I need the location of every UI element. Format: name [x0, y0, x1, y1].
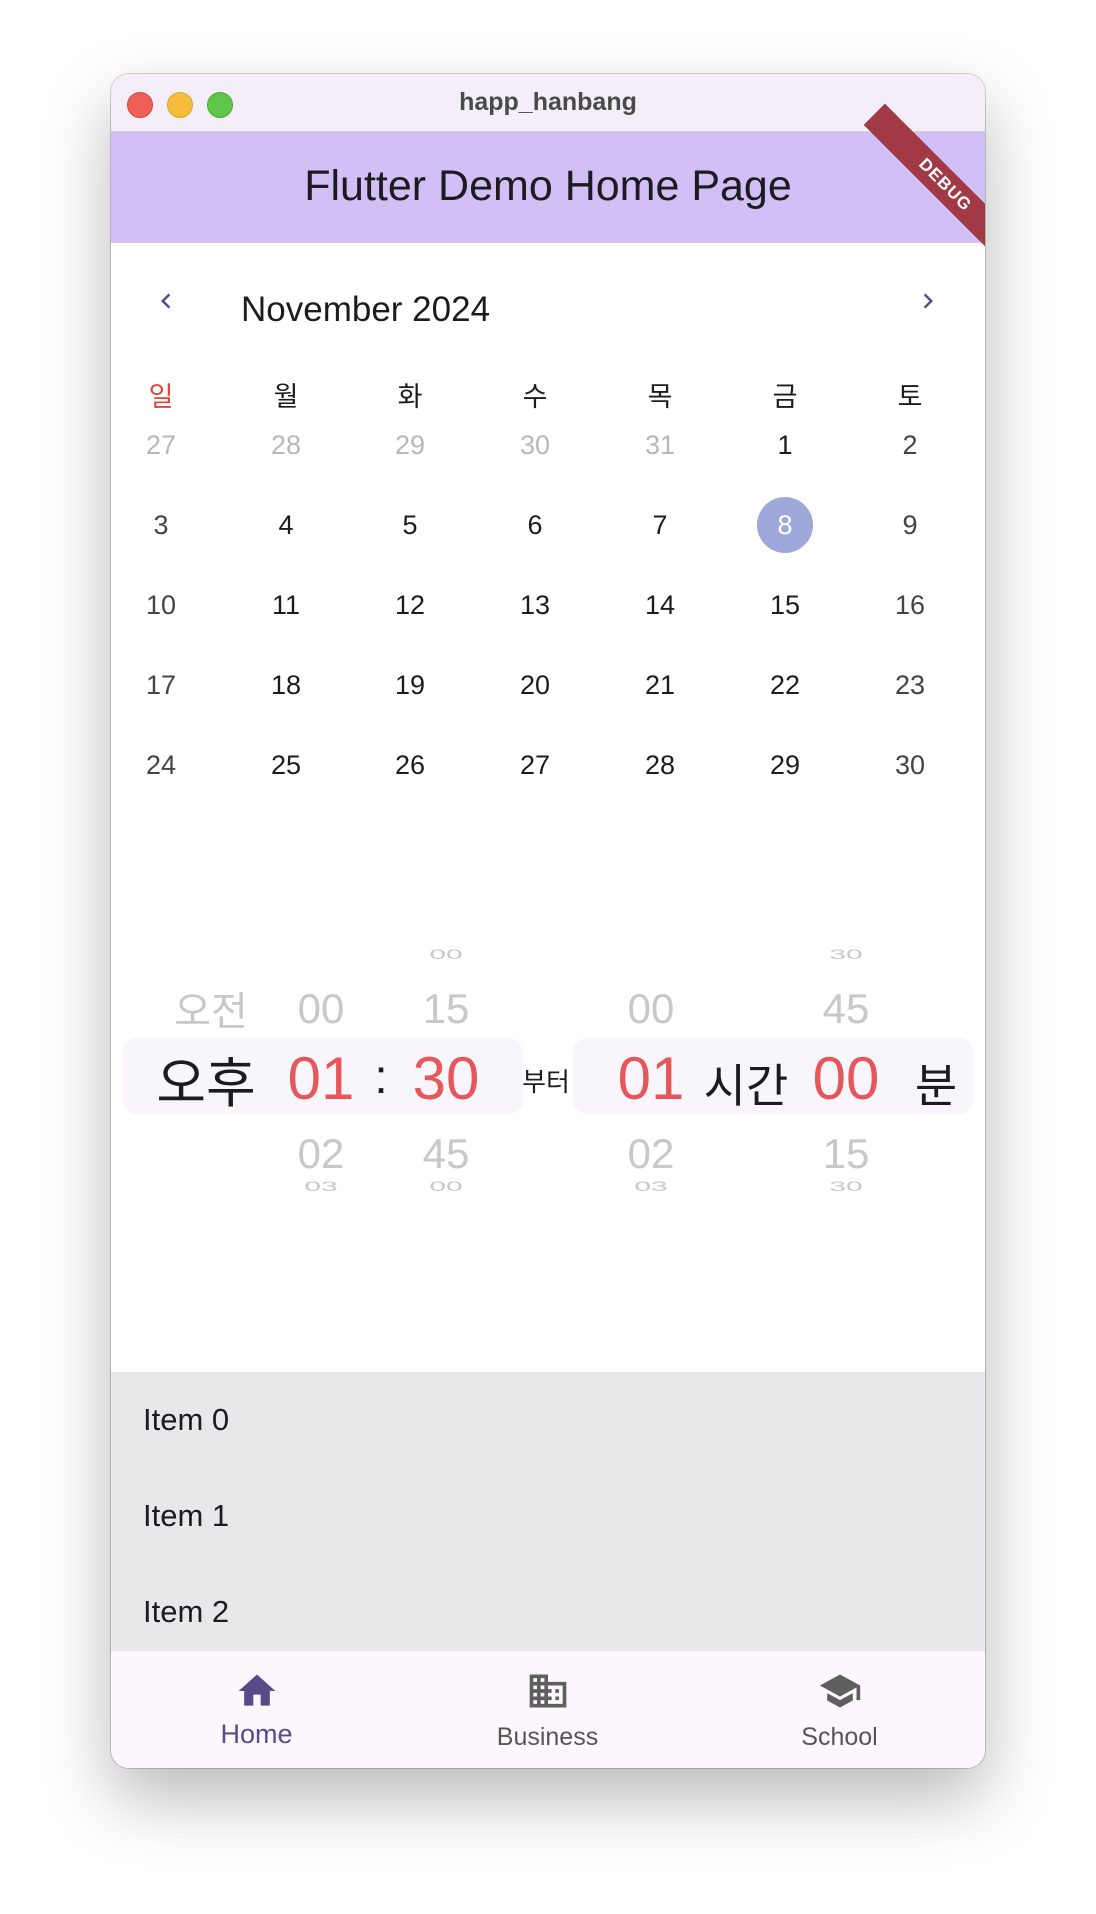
calendar-day[interactable]: 10	[111, 590, 223, 621]
calendar-day[interactable]: 20	[473, 670, 597, 701]
weekday-sun: 일	[148, 382, 174, 412]
weekday-tue: 화	[397, 382, 423, 412]
calendar-day[interactable]: 19	[348, 670, 472, 701]
nav-home[interactable]: Home	[111, 1651, 402, 1768]
weekday-mon: 월	[273, 382, 299, 412]
calendar-day[interactable]: 12	[348, 590, 472, 621]
calendar-day[interactable]: 1	[723, 430, 847, 461]
minute-option[interactable]: 45	[391, 1130, 501, 1178]
calendar-day[interactable]: 26	[348, 750, 472, 781]
calendar-day[interactable]: 14	[598, 590, 722, 621]
list-item[interactable]: Item 0	[143, 1402, 229, 1438]
calendar-day[interactable]: 23	[848, 670, 972, 701]
selected-day-marker: 8	[757, 497, 813, 553]
calendar-day[interactable]: 28	[224, 430, 348, 461]
calendar-day[interactable]: 30	[473, 430, 597, 461]
from-label: 부터	[522, 1067, 570, 1097]
calendar-day[interactable]: 29	[723, 750, 847, 781]
nav-school-label: School	[801, 1723, 878, 1751]
hour-option[interactable]: 00	[271, 985, 371, 1033]
hours-unit-label: 시간	[703, 1060, 789, 1112]
ampm-option[interactable]: 오전	[151, 979, 271, 1037]
calendar-day[interactable]: 6	[473, 510, 597, 541]
window-title: happ_hanbang	[459, 88, 637, 116]
calendar-day[interactable]: 17	[111, 670, 223, 701]
bottom-navigation-bar: Home Business School	[111, 1650, 985, 1768]
calendar-day[interactable]: 22	[723, 670, 847, 701]
business-icon	[529, 1674, 566, 1708]
hour-selected[interactable]: 01	[271, 1044, 371, 1113]
ampm-selected[interactable]: 오후	[141, 1039, 271, 1118]
minutes-unit-label: 분	[914, 1060, 958, 1112]
calendar-day[interactable]: 13	[473, 590, 597, 621]
duration-minute-selected[interactable]: 00	[791, 1044, 901, 1113]
calendar-day[interactable]: 15	[723, 590, 847, 621]
list-item[interactable]: Item 1	[143, 1498, 229, 1534]
calendar-header: November 2024	[111, 243, 985, 343]
prev-month-button[interactable]	[151, 283, 181, 325]
duration-hour-option[interactable]: 03	[601, 1179, 701, 1194]
next-month-button[interactable]	[913, 283, 943, 325]
calendar-day[interactable]: 4	[224, 510, 348, 541]
duration-minute-option[interactable]: 15	[791, 1130, 901, 1178]
chevron-left-icon	[161, 293, 171, 309]
time-picker: 오전 오후 00 01 02 03 : 00 15 30 45 00 부터 00…	[111, 854, 985, 1214]
app-window: happ_hanbang Flutter Demo Home Page DEBU…	[111, 74, 985, 1768]
duration-hour-option[interactable]: 02	[601, 1130, 701, 1178]
minute-option[interactable]: 00	[391, 947, 501, 962]
weekday-wed: 수	[522, 382, 548, 412]
duration-minute-option[interactable]: 45	[791, 985, 901, 1033]
calendar-day[interactable]: 24	[111, 750, 223, 781]
duration-minute-option[interactable]: 30	[791, 1179, 901, 1194]
item-list[interactable]: Item 0 Item 1 Item 2	[111, 1372, 985, 1650]
nav-school[interactable]: School	[694, 1651, 985, 1768]
chevron-right-icon	[923, 293, 933, 309]
minute-option[interactable]: 00	[391, 1179, 501, 1194]
app-bar: Flutter Demo Home Page DEBUG	[111, 103, 985, 267]
list-item[interactable]: Item 2	[143, 1594, 229, 1630]
calendar-day[interactable]: 28	[598, 750, 722, 781]
calendar-day[interactable]: 29	[348, 430, 472, 461]
calendar-day[interactable]: 3	[111, 510, 223, 541]
nav-business[interactable]: Business	[402, 1651, 693, 1768]
calendar-day[interactable]: 21	[598, 670, 722, 701]
calendar-day[interactable]: 25	[224, 750, 348, 781]
duration-minute-option[interactable]: 30	[791, 947, 901, 962]
page-title: Flutter Demo Home Page	[304, 162, 792, 210]
minute-option[interactable]: 15	[391, 985, 501, 1033]
calendar-day-selected[interactable]: 8	[723, 497, 847, 553]
weekday-fri: 금	[772, 382, 798, 412]
duration-hour-selected[interactable]: 01	[601, 1044, 701, 1113]
hour-option[interactable]: 03	[271, 1179, 371, 1194]
duration-hour-option[interactable]: 00	[601, 985, 701, 1033]
minute-selected[interactable]: 30	[391, 1044, 501, 1113]
calendar-day[interactable]: 11	[224, 590, 348, 621]
calendar-day[interactable]: 5	[348, 510, 472, 541]
calendar-day[interactable]: 2	[848, 430, 972, 461]
window-titlebar: happ_hanbang	[111, 74, 985, 132]
calendar-day[interactable]: 30	[848, 750, 972, 781]
month-title: November 2024	[241, 290, 491, 329]
school-icon	[819, 1674, 860, 1708]
calendar-day[interactable]: 16	[848, 590, 972, 621]
weekday-sat: 토	[897, 382, 923, 412]
hour-option[interactable]: 02	[271, 1130, 371, 1178]
weekday-thu: 목	[647, 382, 673, 412]
calendar-day[interactable]: 7	[598, 510, 722, 541]
nav-business-label: Business	[496, 1723, 599, 1751]
calendar-day[interactable]: 27	[473, 750, 597, 781]
calendar-day[interactable]: 27	[111, 430, 223, 461]
calendar-day[interactable]: 18	[224, 670, 348, 701]
calendar-day[interactable]: 31	[598, 430, 722, 461]
calendar-day[interactable]: 9	[848, 510, 972, 541]
nav-home-label: Home	[220, 1719, 293, 1749]
home-icon	[238, 1674, 275, 1706]
